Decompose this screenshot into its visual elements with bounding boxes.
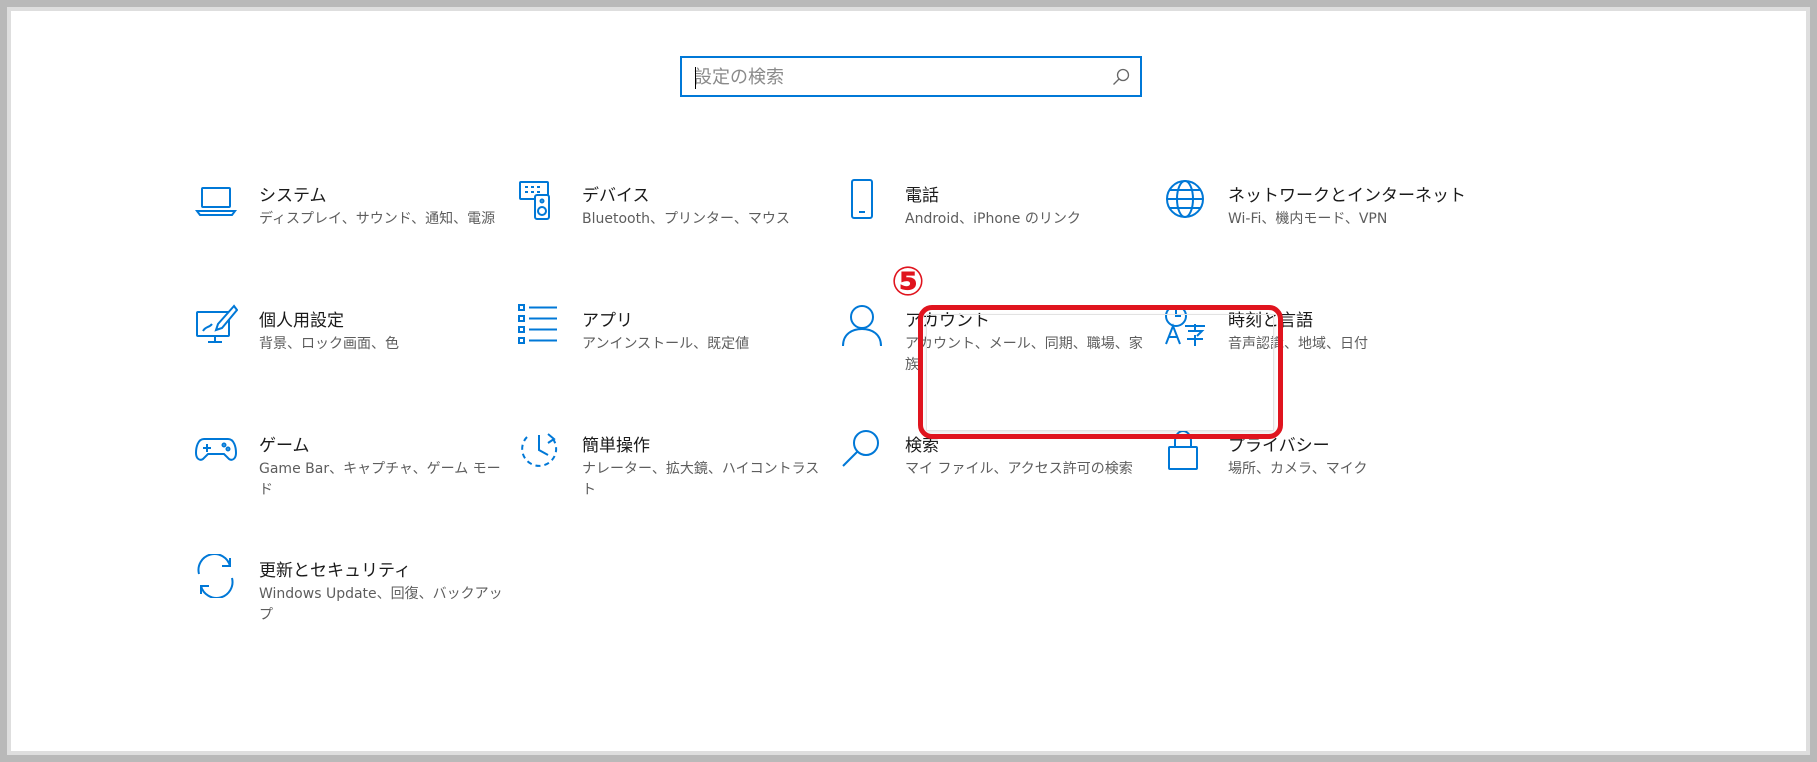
tile-description: 場所、カメラ、マイク (1228, 461, 1368, 477)
tile-update-security[interactable]: 更新とセキュリティ Windows Update、回復、バックアップ (194, 554, 503, 654)
tile-label: 簡単操作 (582, 436, 650, 456)
tile-description: Bluetooth、プリンター、マウス (582, 211, 790, 227)
tile-label: アプリ (582, 311, 633, 331)
tile-label: デバイス (582, 186, 650, 206)
tile-label: 更新とセキュリティ (259, 561, 411, 581)
search-input[interactable] (694, 64, 1094, 90)
tile-ease-of-access[interactable]: 簡単操作 ナレーター、拡大鏡、ハイコントラスト (517, 429, 819, 529)
search-icon[interactable] (1112, 68, 1130, 86)
tile-devices[interactable]: デバイス Bluetooth、プリンター、マウス (517, 179, 817, 279)
person-icon (840, 304, 884, 348)
step-number-marker: ⑤ (891, 259, 925, 305)
tile-phone[interactable]: 電話 Android、iPhone のリンク (840, 179, 1140, 279)
tile-description: ナレーター、拡大鏡、ハイコントラスト (582, 461, 820, 498)
tile-personalization[interactable]: 個人用設定 背景、ロック画面、色 (194, 304, 494, 404)
sync-icon (194, 554, 238, 598)
text-caret (695, 67, 696, 89)
tile-description: ディスプレイ、サウンド、通知、電源 (259, 211, 496, 227)
tile-description: Game Bar、キャプチャ、ゲーム モード (259, 461, 501, 498)
phone-icon (840, 179, 884, 223)
tile-description: Windows Update、回復、バックアップ (259, 586, 503, 623)
devices-icon (517, 179, 561, 223)
tile-apps[interactable]: アプリ アンインストール、既定値 (517, 304, 817, 404)
tile-privacy[interactable]: プライバシー 場所、カメラ、マイク (1163, 429, 1463, 529)
tile-description: 背景、ロック画面、色 (259, 336, 399, 352)
tile-label: 電話 (905, 186, 939, 206)
tile-description: Wi-Fi、機内モード、VPN (1228, 211, 1388, 227)
tile-label: ゲーム (259, 436, 310, 456)
globe-icon (1163, 179, 1207, 223)
tile-label: ネットワークとインターネット (1228, 186, 1466, 206)
tile-label: 個人用設定 (259, 311, 344, 331)
magnifier-icon (840, 429, 884, 473)
laptop-icon (194, 179, 238, 223)
tile-label: システム (259, 186, 327, 206)
tile-description: アンインストール、既定値 (582, 336, 750, 352)
apps-list-icon (517, 304, 561, 348)
tile-system[interactable]: システム ディスプレイ、サウンド、通知、電源 (194, 179, 495, 279)
tile-gaming[interactable]: ゲーム Game Bar、キャプチャ、ゲーム モード (194, 429, 501, 529)
personalization-icon (194, 304, 238, 348)
gamepad-icon (194, 429, 238, 473)
settings-window: システム ディスプレイ、サウンド、通知、電源 デバイス Bluetooth、プリ… (24, 14, 1794, 750)
settings-search-box[interactable] (680, 56, 1142, 97)
annotation-highlight-box (918, 305, 1283, 439)
tile-network[interactable]: ネットワークとインターネット Wi-Fi、機内モード、VPN (1163, 179, 1466, 279)
tile-description: マイ ファイル、アクセス許可の検索 (905, 461, 1133, 477)
tile-description: Android、iPhone のリンク (905, 211, 1081, 227)
ease-of-access-icon (517, 429, 561, 473)
tile-search[interactable]: 検索 マイ ファイル、アクセス許可の検索 (840, 429, 1140, 529)
